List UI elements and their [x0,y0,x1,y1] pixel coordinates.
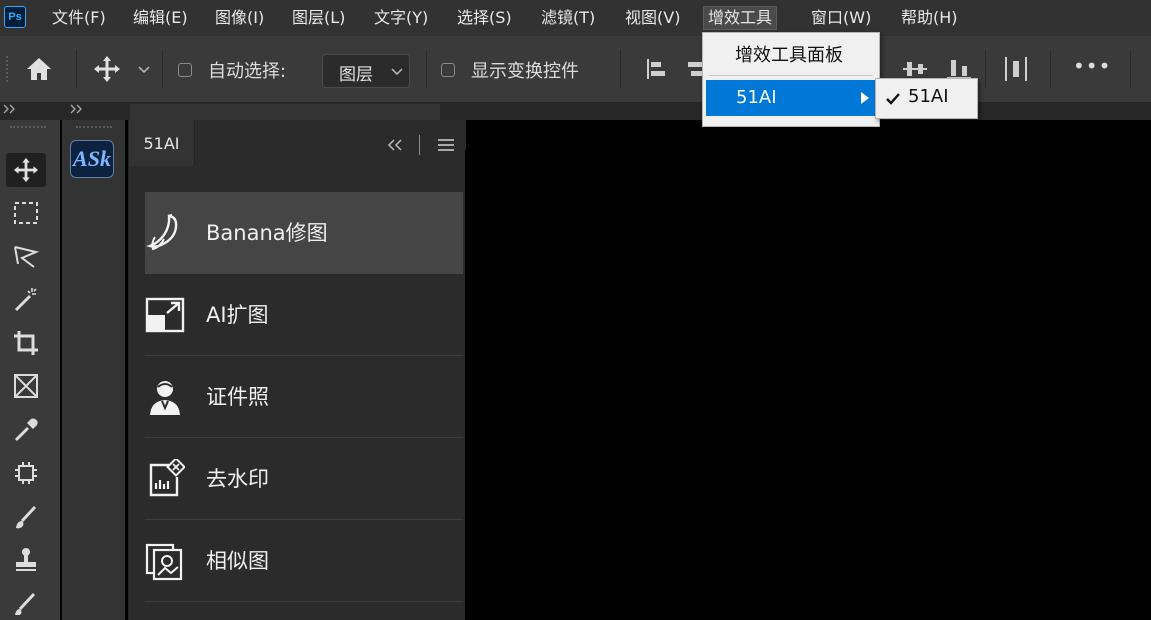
lasso-tool[interactable] [6,240,46,274]
align-center-icon[interactable] [688,58,702,80]
panel-tab-51ai[interactable]: 51AI [129,120,195,166]
show-transform-checkbox[interactable] [441,63,455,77]
spot-healing-tool[interactable] [6,456,46,490]
panel-header-divider [419,135,420,155]
eyedropper-tool[interactable] [6,413,46,447]
grip-handle[interactable] [10,126,46,132]
document-tabs-strip [0,102,1151,120]
expand-image-icon [145,297,185,333]
crop-icon [14,331,38,355]
history-brush-tool[interactable] [6,586,46,620]
marquee-tool[interactable] [6,196,46,230]
feature-label: 相似图 [206,549,269,573]
magic-wand-icon [14,288,37,312]
similar-image-icon [145,543,183,581]
feature-remove-watermark[interactable]: 去水印 [145,438,463,520]
more-options-icon[interactable]: ••• [1073,54,1111,78]
marquee-icon [14,202,38,224]
menu-item-51ai[interactable]: 51AI [706,80,876,116]
distribute-bottom-icon[interactable] [947,58,971,80]
photoshop-logo-icon[interactable]: Ps [4,6,26,28]
menu-item-label: 51AI [736,87,777,108]
align-left-icon[interactable] [645,58,667,80]
feature-label: Banana修图 [206,221,328,245]
brush-icon [16,505,37,529]
checkmark-icon [886,93,900,105]
canvas[interactable] [465,150,1151,620]
history-brush-icon [15,592,36,615]
healing-brush-icon [15,462,37,484]
clone-stamp-tool[interactable] [6,543,46,577]
layer-select-dropdown[interactable]: 图层 [322,54,410,88]
51ai-plugin-panel: 51AI Banana修图 AI扩图 证件照 去水印 相似图 [128,120,466,620]
layer-select-value: 图层 [339,65,373,85]
move-tool-icon[interactable] [93,55,121,83]
menu-window[interactable]: 窗口(W) [807,6,875,30]
feature-ai-expand[interactable]: AI扩图 [145,274,463,356]
eyedropper-icon [14,418,38,442]
feature-similar-image[interactable]: 相似图 [145,520,463,602]
menu-file[interactable]: 文件(F) [48,6,110,30]
options-bar: 自动选择: 显示变换控件 ••• [0,36,1151,103]
distribute-horizontal-icon[interactable] [903,58,927,80]
collapse-panel-icon[interactable] [386,139,404,151]
menu-image[interactable]: 图像(I) [211,6,268,30]
auto-select-label: 自动选择: [208,61,287,82]
submenu-item-label: 51AI [908,86,949,107]
menu-plugins[interactable]: 增效工具 [703,6,778,30]
frame-tool[interactable] [6,369,46,403]
banana-icon [146,213,178,251]
menu-layer[interactable]: 图层(L) [288,6,349,30]
magic-wand-tool[interactable] [6,283,46,317]
feature-label: AI扩图 [206,303,269,327]
move-tool-icon [13,157,39,183]
feature-label: 去水印 [206,467,269,491]
menu-help[interactable]: 帮助(H) [897,6,962,30]
show-transform-label: 显示变换控件 [471,61,579,82]
menu-filter[interactable]: 滤镜(T) [537,6,599,30]
chevron-down-icon [391,68,403,76]
id-photo-icon [150,381,180,415]
submenu-arrow-icon [861,92,869,104]
lasso-icon [14,246,40,268]
move-tool[interactable] [6,153,46,187]
panel-icon-strip [62,120,125,620]
frame-icon [14,374,38,398]
plugins-dropdown-menu: 增效工具面板 51AI [702,32,880,127]
menu-type[interactable]: 文字(Y) [370,6,432,30]
collapse-panel-icon[interactable] [70,104,84,114]
chevron-down-icon[interactable] [138,66,150,74]
feature-label: 证件照 [206,385,269,409]
feature-banana-retouch[interactable]: Banana修图 [145,192,463,274]
menu-bar: Ps 文件(F) 编辑(E) 图像(I) 图层(L) 文字(Y) 选择(S) 滤… [0,0,1151,36]
menu-edit[interactable]: 编辑(E) [129,6,192,30]
menu-item-plugins-panel[interactable]: 增效工具面板 [735,41,843,67]
menu-view[interactable]: 视图(V) [621,6,684,30]
document-tab[interactable] [130,104,440,120]
remove-watermark-icon [149,459,185,497]
home-icon[interactable] [25,56,53,82]
brush-tool[interactable] [6,500,46,534]
stamp-icon [16,548,36,571]
submenu-item-51ai[interactable]: 51AI [879,82,974,115]
tools-panel [0,120,60,620]
feature-id-photo[interactable]: 证件照 [145,356,463,438]
menu-divider [709,75,873,76]
51ai-plugin-icon[interactable]: ASk [70,140,114,178]
auto-select-checkbox[interactable] [178,63,192,77]
collapse-toolbar-icon[interactable] [3,104,17,114]
menu-select[interactable]: 选择(S) [453,6,516,30]
panel-menu-icon[interactable] [438,139,454,151]
51ai-submenu: 51AI [875,78,978,119]
distribute-spacing-icon[interactable] [1004,56,1028,82]
grip-handle[interactable] [76,126,112,132]
crop-tool[interactable] [6,326,46,360]
grip-handle[interactable] [6,56,14,82]
